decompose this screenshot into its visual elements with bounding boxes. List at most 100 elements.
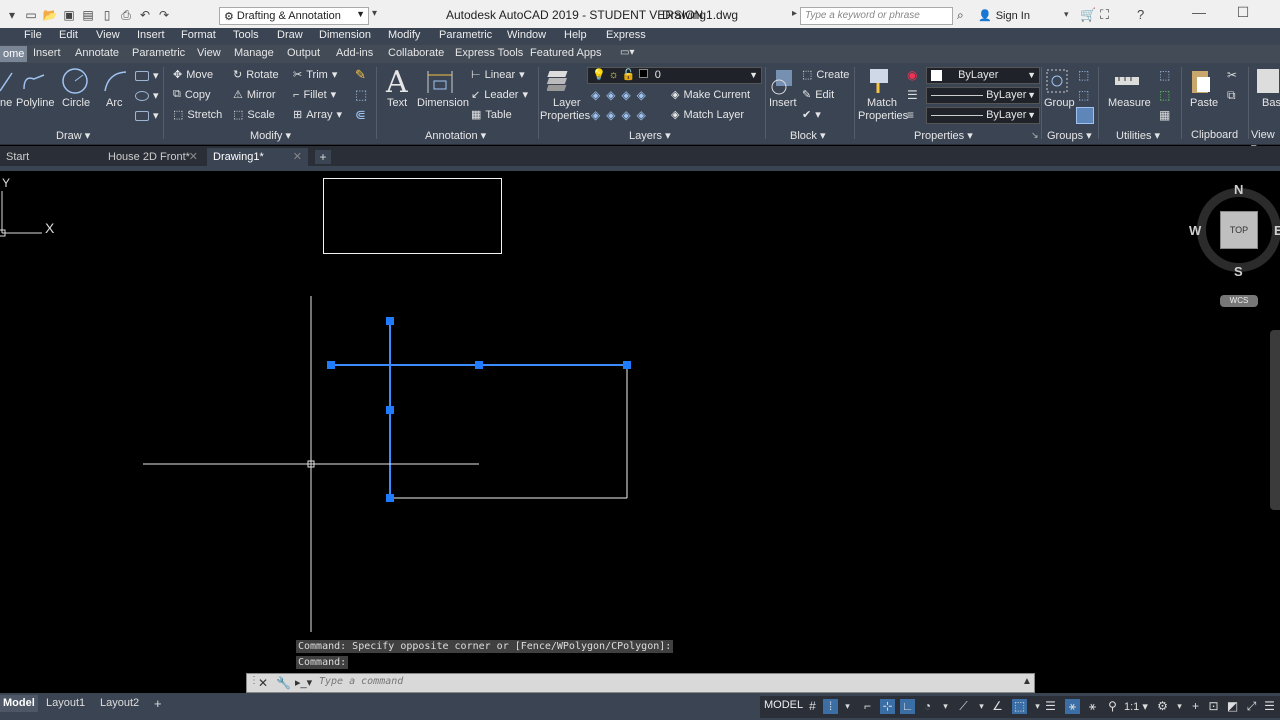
annotation-panel-title[interactable]: Annotation ▾ <box>425 129 486 142</box>
lineweight-display-icon[interactable]: ☰ <box>1043 699 1058 714</box>
save-as-icon[interactable]: ▤ <box>80 7 96 23</box>
grid-icon[interactable]: # <box>805 699 820 714</box>
draw-panel-title[interactable]: Draw ▾ <box>56 129 90 142</box>
line-icon[interactable] <box>0 69 14 97</box>
ribbon-toggle-icon[interactable]: ▭▾ <box>620 47 634 58</box>
isodraft-icon[interactable]: ⟋ <box>956 699 971 714</box>
cut-icon[interactable]: ✂ <box>1227 68 1237 82</box>
linetype-icon[interactable]: ☰ <box>907 88 918 102</box>
base-label[interactable]: Base <box>1262 97 1280 109</box>
lineweight-icon[interactable]: ≡ <box>907 108 914 122</box>
group-edit-icon[interactable]: ⬚ <box>1078 88 1089 102</box>
polyline-label[interactable]: Polyline <box>16 97 55 109</box>
layer-select[interactable]: 💡 ☼ 🔓 0 ▼ <box>587 67 762 84</box>
layer-tools-row-1[interactable]: ◈◈◈◈ <box>591 88 652 102</box>
layer-properties-label-2[interactable]: Properties <box>540 110 590 122</box>
annotation-visibility-icon[interactable]: ⚹ <box>1065 699 1080 714</box>
ungroup-icon[interactable]: ⬚ <box>1078 68 1089 82</box>
quick-select-icon[interactable]: ⬚ <box>1159 68 1170 82</box>
workspace-gear-icon[interactable]: ⚙ <box>1155 699 1170 714</box>
stretch-button[interactable]: ⬚ Stretch <box>173 108 222 122</box>
a360-icon[interactable]: ⛶ <box>1100 7 1109 23</box>
fillet-button[interactable]: ⌐ Fillet ▾ <box>293 88 336 102</box>
circle-icon[interactable] <box>61 67 89 95</box>
tab-house-2d-front[interactable]: House 2D Front* ✕ <box>102 148 204 166</box>
compass-west[interactable]: W <box>1189 223 1201 238</box>
auto-scale-icon[interactable]: ⚹ <box>1085 699 1100 714</box>
group-label[interactable]: Group <box>1044 97 1075 109</box>
color-select[interactable]: ByLayer ▼ <box>926 67 1040 84</box>
properties-launcher-icon[interactable]: ↘ <box>1031 130 1039 141</box>
polyline-icon[interactable] <box>20 69 48 95</box>
menu-file[interactable]: File <box>24 28 42 43</box>
linear-button[interactable]: ⊢ Linear ▾ <box>471 68 525 82</box>
clipboard-panel-title[interactable]: Clipboard <box>1191 129 1238 141</box>
add-layout-icon[interactable]: + <box>154 695 162 712</box>
command-input[interactable]: Type a command <box>319 676 403 687</box>
layers-panel-title[interactable]: Layers ▾ <box>629 129 671 142</box>
copy-button[interactable]: ⧉ Copy <box>173 88 211 101</box>
customize-qa-icon[interactable]: ▾ <box>372 8 377 19</box>
menu-view[interactable]: View <box>96 28 120 43</box>
tab-parametric[interactable]: Parametric <box>132 47 185 59</box>
leader-button[interactable]: ↙ Leader ▾ <box>471 88 528 102</box>
linetype-select[interactable]: ByLayer ▼ <box>926 87 1040 104</box>
grip-horizontal-mid[interactable] <box>475 361 483 369</box>
select-all-icon[interactable]: ⬚ <box>1159 88 1170 102</box>
ortho-icon[interactable]: ∟ <box>900 699 915 714</box>
array-button[interactable]: ⊞ Array ▾ <box>293 108 342 122</box>
match-properties-icon[interactable] <box>866 67 894 95</box>
customization-icon[interactable]: ☰ <box>1262 699 1277 714</box>
layer-properties-label-1[interactable]: Layer <box>553 97 581 109</box>
isolate-objects-icon[interactable]: ⊡ <box>1206 699 1221 714</box>
chevron-down-icon[interactable]: ▾ <box>840 699 855 714</box>
polar-tracking-icon[interactable]: ◔ <box>920 699 935 714</box>
drawing-canvas[interactable] <box>0 171 1280 693</box>
layer-tools-row-2[interactable]: ◈◈◈◈ <box>591 108 652 122</box>
app-menu-icon[interactable]: ▾ <box>4 7 20 23</box>
paste-icon[interactable] <box>1188 67 1214 95</box>
groups-panel-title[interactable]: Groups ▾ <box>1047 129 1092 142</box>
gradient-icon[interactable]: ▾ <box>135 109 159 122</box>
dynamic-input-icon[interactable]: ⊹ <box>880 699 895 714</box>
group-icon[interactable] <box>1044 67 1070 95</box>
grip-vertical-mid[interactable] <box>386 406 394 414</box>
redo-icon[interactable]: ↷ <box>156 7 172 23</box>
arc-icon[interactable] <box>102 69 128 95</box>
utilities-panel-title[interactable]: Utilities ▾ <box>1116 129 1160 142</box>
chevron-down-icon[interactable]: ▾ <box>1172 699 1187 714</box>
search-input[interactable]: Type a keyword or phrase <box>800 7 953 25</box>
rectangle-top[interactable] <box>323 178 502 254</box>
mirror-button[interactable]: ⚠ Mirror <box>233 88 276 102</box>
close-icon[interactable]: ✕ <box>258 676 268 690</box>
grip-horizontal-right[interactable] <box>623 361 631 369</box>
dimension-icon[interactable] <box>425 67 455 95</box>
navigation-bar[interactable] <box>1270 330 1280 510</box>
close-icon[interactable]: ✕ <box>293 148 302 166</box>
menu-modify[interactable]: Modify <box>388 28 420 43</box>
plot-icon[interactable]: ⎙ <box>118 7 134 23</box>
calculator-icon[interactable]: ▦ <box>1159 108 1170 122</box>
tab-drawing1[interactable]: Drawing1* ✕ <box>207 148 308 166</box>
infer-constraints-icon[interactable]: ⌐ <box>860 699 875 714</box>
plus-icon[interactable]: + <box>1188 699 1203 714</box>
scale-button[interactable]: ⬚ Scale <box>233 108 275 122</box>
close-icon[interactable]: ✕ <box>189 148 198 166</box>
layout-tab-model[interactable]: Model <box>0 695 38 712</box>
group-selection-toggle[interactable] <box>1076 107 1094 124</box>
menu-parametric[interactable]: Parametric <box>439 28 492 43</box>
snap-icon[interactable]: ⁞ <box>823 699 838 714</box>
tab-output[interactable]: Output <box>287 47 320 59</box>
command-prompt-icon[interactable]: ▸_▾ <box>295 676 312 689</box>
clean-screen-icon[interactable]: ⤢ <box>1244 699 1259 714</box>
chevron-down-icon[interactable]: ▾ <box>938 699 953 714</box>
menu-format[interactable]: Format <box>181 28 216 43</box>
maximize-icon[interactable]: ☐ <box>1233 4 1253 24</box>
undo-icon[interactable]: ↶ <box>137 7 153 23</box>
base-view-icon[interactable] <box>1257 69 1279 93</box>
tab-annotate[interactable]: Annotate <box>75 47 119 59</box>
layout-tab-layout1[interactable]: Layout1 <box>46 695 85 712</box>
layout-tab-layout2[interactable]: Layout2 <box>100 695 139 712</box>
modify-panel-title[interactable]: Modify ▾ <box>250 129 291 142</box>
rotate-button[interactable]: ↻ Rotate <box>233 68 279 82</box>
